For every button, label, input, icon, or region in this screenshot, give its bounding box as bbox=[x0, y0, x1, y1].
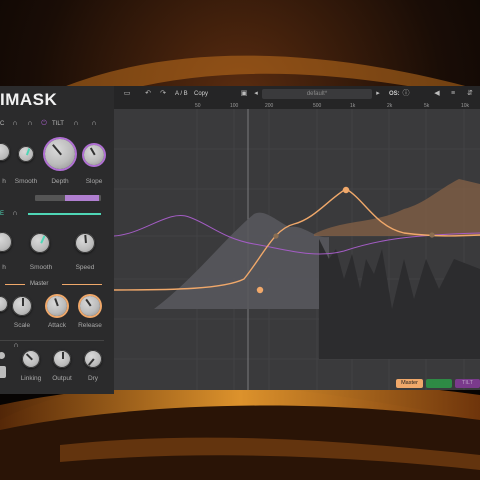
slope-knob[interactable] bbox=[84, 145, 104, 165]
dry-knob[interactable] bbox=[84, 350, 102, 368]
section2-label: E bbox=[0, 211, 5, 217]
dry-label: Dry bbox=[87, 375, 99, 382]
oversampling-label: OS: bbox=[389, 91, 400, 97]
knob-2-label: h bbox=[2, 264, 6, 271]
tag-tilt[interactable]: TILT bbox=[455, 379, 480, 388]
mode-toggle[interactable] bbox=[0, 366, 6, 378]
depth-label: Depth bbox=[51, 178, 69, 185]
master-divider-left bbox=[5, 284, 25, 285]
headphone-icon[interactable]: ∩ bbox=[11, 210, 19, 218]
freq-tick-200: 200 bbox=[265, 103, 274, 109]
headphone-icon[interactable]: ∩ bbox=[12, 342, 20, 350]
tilt-range-slider[interactable] bbox=[35, 195, 101, 201]
menu-icon[interactable]: ≡ bbox=[448, 90, 458, 98]
scale-knob[interactable] bbox=[12, 296, 32, 316]
section1-label: C bbox=[0, 121, 5, 127]
smooth-knob[interactable] bbox=[18, 146, 34, 162]
band-node-peak bbox=[342, 186, 350, 194]
scale-label: Scale bbox=[13, 322, 31, 329]
band-node-mid bbox=[273, 233, 279, 239]
freq-tick-2k: 2k bbox=[387, 103, 393, 109]
output-divider bbox=[0, 340, 104, 341]
speed-label: Speed bbox=[75, 264, 95, 271]
output-knob[interactable] bbox=[53, 350, 71, 368]
attack-label: Attack bbox=[47, 322, 67, 329]
undo-icon[interactable]: ↶ bbox=[143, 90, 153, 98]
smooth-knob-2[interactable] bbox=[30, 233, 50, 253]
depth-knob[interactable] bbox=[45, 139, 75, 169]
section2-divider bbox=[28, 213, 101, 215]
master-label: Master bbox=[30, 281, 49, 287]
tag-master[interactable]: Master bbox=[396, 379, 423, 388]
copy-button[interactable]: Copy bbox=[194, 91, 208, 97]
preset-selector[interactable]: default* bbox=[262, 89, 372, 99]
tag-spec[interactable]: SPEC bbox=[426, 379, 452, 388]
freq-tick-10k: 10k bbox=[461, 103, 470, 109]
smooth-label-2: Smooth bbox=[29, 264, 53, 271]
save-icon[interactable]: ▣ bbox=[239, 90, 249, 98]
smooth-label: Smooth bbox=[14, 178, 38, 185]
headphone-icon[interactable]: ∩ bbox=[11, 120, 19, 128]
speaker-icon[interactable]: ◀ bbox=[432, 90, 442, 98]
freq-tick-50: 50 bbox=[195, 103, 201, 109]
spectrum-graph[interactable] bbox=[114, 109, 480, 390]
linking-label: Linking bbox=[20, 375, 42, 382]
next-preset-icon[interactable]: ▸ bbox=[374, 90, 382, 98]
master-divider-right bbox=[62, 284, 102, 285]
plugin-title: IMASK bbox=[0, 90, 58, 109]
freq-tick-100: 100 bbox=[230, 103, 239, 109]
ab-toggle-button[interactable]: A / B bbox=[175, 91, 188, 97]
headphone-icon[interactable]: ∩ bbox=[72, 120, 80, 128]
folder-icon[interactable]: ▭ bbox=[122, 90, 132, 98]
prev-preset-icon[interactable]: ◂ bbox=[252, 90, 260, 98]
knob-1-label: h bbox=[2, 178, 6, 185]
info-icon[interactable]: ⓘ bbox=[402, 90, 410, 98]
output-label: Output bbox=[52, 375, 72, 382]
tilt-label: TILT bbox=[52, 121, 64, 127]
freq-tick-500: 500 bbox=[313, 103, 322, 109]
slope-label: Slope bbox=[85, 178, 103, 185]
linking-knob[interactable] bbox=[22, 350, 40, 368]
freq-tick-1k: 1k bbox=[350, 103, 356, 109]
headphone-icon[interactable]: ∩ bbox=[90, 120, 98, 128]
settings-icon[interactable]: ⇵ bbox=[465, 90, 475, 98]
attack-knob[interactable] bbox=[47, 296, 67, 316]
redo-icon[interactable]: ↷ bbox=[158, 90, 168, 98]
speed-knob[interactable] bbox=[75, 233, 95, 253]
freq-tick-5k: 5k bbox=[424, 103, 430, 109]
release-label: Release bbox=[78, 322, 102, 329]
power-icon[interactable]: ⏻ bbox=[40, 120, 48, 128]
headphone-icon[interactable]: ∩ bbox=[26, 120, 34, 128]
eq-curves bbox=[114, 109, 480, 390]
release-knob[interactable] bbox=[80, 296, 100, 316]
band-node-low bbox=[256, 286, 264, 294]
band-node-high bbox=[429, 232, 435, 238]
